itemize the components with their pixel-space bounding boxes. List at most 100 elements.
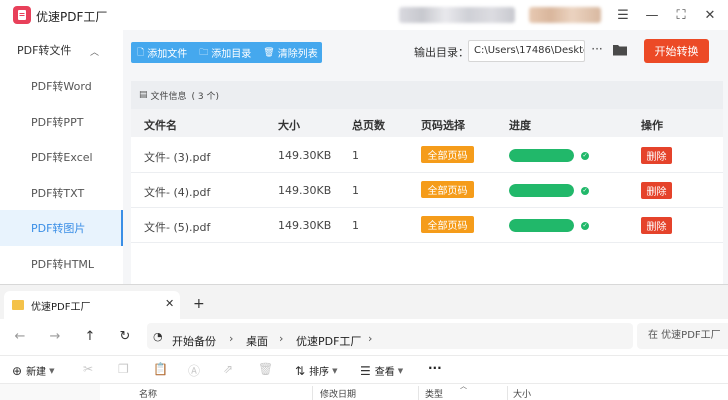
file-size: 149.30KB — [278, 219, 332, 232]
open-folder-icon[interactable] — [612, 42, 628, 58]
file-count: ( 3 个) — [191, 91, 220, 102]
sort-icon: ⇅ — [295, 363, 306, 378]
search-input[interactable]: 在 优速PDF工厂 — [637, 323, 728, 349]
table-row: 文件- (5).pdf 149.30KB 1 全部页码 ✓ 删除 — [131, 208, 723, 243]
view-button[interactable]: ☰ 查看 ▼ — [360, 363, 404, 379]
chevron-right-icon: › — [279, 332, 284, 345]
delete-button[interactable]: 删除 — [641, 217, 672, 234]
column-header-filename: 文件名 — [144, 119, 177, 132]
app-window: 优速PDF工厂 ☰ — ⛶ ✕ PDF转文件 ︿ PDF转Word PDF转PP… — [0, 0, 728, 284]
menu-icon[interactable]: ☰ — [613, 6, 633, 24]
more-options-button[interactable]: ··· — [428, 361, 442, 375]
delete-button[interactable]: 删除 — [641, 147, 672, 164]
page-select-button[interactable]: 全部页码 — [421, 146, 474, 163]
clear-list-button[interactable]: 🗑 清除列表 — [257, 42, 323, 63]
plus-circle-icon: ⊕ — [12, 363, 23, 378]
app-title: 优速PDF工厂 — [36, 10, 108, 24]
new-button[interactable]: ⊕ 新建 ▼ — [12, 363, 55, 379]
column-header-size: 大小 — [278, 119, 300, 132]
sidebar: PDF转文件 ︿ PDF转Word PDF转PPT PDF转Excel PDF转… — [0, 30, 123, 284]
progress-fill — [509, 149, 574, 162]
sidebar-item-pdf-to-word[interactable]: PDF转Word — [0, 68, 123, 104]
copy-icon[interactable]: ❐ — [118, 362, 129, 376]
file-pages: 1 — [352, 219, 359, 232]
file-info-title: 文件信息 — [150, 91, 187, 102]
progress-bar — [509, 184, 574, 197]
column-header-modified[interactable]: 修改日期 — [320, 387, 356, 400]
column-header-page-select: 页码选择 — [421, 119, 465, 132]
column-header-pages: 总页数 — [352, 119, 385, 132]
address-bar[interactable]: ◔ 开始备份 › 桌面 › 优速PDF工厂 › — [147, 323, 633, 349]
sidebar-item-label: PDF转Excel — [31, 151, 93, 164]
browse-more-button[interactable]: ··· — [590, 42, 604, 58]
column-divider[interactable] — [507, 386, 508, 400]
view-label: 查看 — [374, 367, 395, 378]
new-label: 新建 — [26, 367, 47, 378]
folder-icon — [12, 300, 24, 310]
rename-icon[interactable]: Ⓐ — [188, 362, 200, 379]
up-arrow-icon[interactable]: ↑ — [82, 329, 98, 345]
pdf-logo-icon — [13, 6, 31, 24]
start-convert-button[interactable]: 开始转换 — [644, 39, 709, 63]
column-header-size[interactable]: 大小 — [513, 387, 531, 400]
breadcrumb-desktop[interactable]: 桌面 — [246, 333, 268, 349]
delete-icon[interactable]: 🗑 — [258, 362, 273, 376]
column-header-name[interactable]: 名称 — [139, 387, 157, 400]
chevron-down-icon: ▼ — [397, 366, 404, 375]
file-name: 文件- (5).pdf — [144, 221, 211, 234]
blurred-user-info — [399, 7, 515, 23]
explorer-nav-bar: ← → ↑ ↻ ◔ 开始备份 › 桌面 › 优速PDF工厂 › 在 优速PDF工… — [0, 319, 728, 355]
chevron-right-icon: › — [368, 332, 373, 345]
sidebar-item-pdf-to-html[interactable]: PDF转HTML — [0, 246, 123, 282]
refresh-icon[interactable]: ↻ — [117, 329, 133, 345]
minimize-icon[interactable]: — — [642, 6, 662, 24]
sidebar-item-label: PDF转Word — [31, 80, 92, 93]
clear-list-label: 清除列表 — [277, 49, 318, 60]
chevron-down-icon: ▼ — [332, 366, 338, 375]
sidebar-item-pdf-to-ppt[interactable]: PDF转PPT — [0, 104, 123, 140]
add-directory-button[interactable]: 🗀 添加目录 — [193, 42, 257, 63]
close-icon[interactable]: ✕ — [700, 6, 720, 24]
output-dir-label: 输出目录： — [414, 46, 469, 59]
output-dir-input[interactable]: C:\Users\17486\Deskto — [468, 40, 585, 62]
chevron-right-icon: › — [229, 332, 234, 345]
sidebar-item-label: PDF转图片 — [31, 222, 86, 235]
breadcrumb-pdf-factory[interactable]: 优速PDF工厂 — [296, 333, 361, 349]
file-list-panel: ▤ 文件信息 ( 3 个) 文件名 大小 总页数 页码选择 进度 操作 文件- … — [131, 81, 723, 284]
file-explorer-window: 优速PDF工厂 ✕ + ← → ↑ ↻ ◔ 开始备份 › 桌面 › 优速PDF工… — [0, 284, 728, 400]
check-circle-icon: ✓ — [581, 152, 589, 160]
maximize-icon[interactable]: ⛶ — [671, 6, 691, 24]
page-select-button[interactable]: 全部页码 — [421, 181, 474, 198]
cut-icon[interactable]: ✂ — [83, 362, 93, 376]
sort-up-icon: ︿ — [460, 382, 467, 390]
forward-arrow-icon[interactable]: → — [47, 329, 63, 345]
file-pages: 1 — [352, 184, 359, 197]
view-list-icon: ☰ — [360, 363, 371, 378]
sidebar-item-pdf-to-txt[interactable]: PDF转TXT — [0, 175, 123, 211]
breadcrumb-backup[interactable]: 开始备份 — [172, 333, 216, 349]
page-select-button[interactable]: 全部页码 — [421, 216, 474, 233]
sidebar-item-pdf-to-excel[interactable]: PDF转Excel — [0, 139, 123, 175]
column-divider[interactable] — [312, 386, 313, 400]
progress-fill — [509, 219, 574, 232]
paste-icon[interactable]: 📋 — [153, 362, 168, 376]
chevron-up-icon: ︿ — [90, 48, 100, 58]
folder-icon: 🗀 — [199, 47, 209, 58]
back-arrow-icon[interactable]: ← — [12, 329, 28, 345]
blurred-account-info — [529, 7, 601, 23]
sidebar-item-pdf-to-image[interactable]: PDF转图片 — [0, 210, 123, 246]
chevron-down-icon: ▼ — [49, 366, 55, 375]
sidebar-group-pdf-to-file[interactable]: PDF转文件 ︿ — [0, 34, 123, 66]
column-header-type[interactable]: 类型 — [425, 387, 443, 400]
column-divider[interactable] — [418, 386, 419, 400]
explorer-tab[interactable]: 优速PDF工厂 ✕ — [4, 291, 180, 319]
backup-icon: ◔ — [153, 330, 163, 343]
sort-button[interactable]: ⇅ 排序 ▼ — [295, 363, 338, 379]
share-icon[interactable]: ⇗ — [223, 362, 233, 376]
add-file-button[interactable]: 🗋 添加文件 — [131, 42, 193, 63]
explorer-column-header: 名称 修改日期 类型 ︿ 大小 — [0, 382, 728, 400]
delete-button[interactable]: 删除 — [641, 182, 672, 199]
tab-close-icon[interactable]: ✕ — [165, 297, 174, 310]
new-tab-icon[interactable]: + — [193, 296, 205, 312]
add-file-label: 添加文件 — [147, 49, 188, 60]
